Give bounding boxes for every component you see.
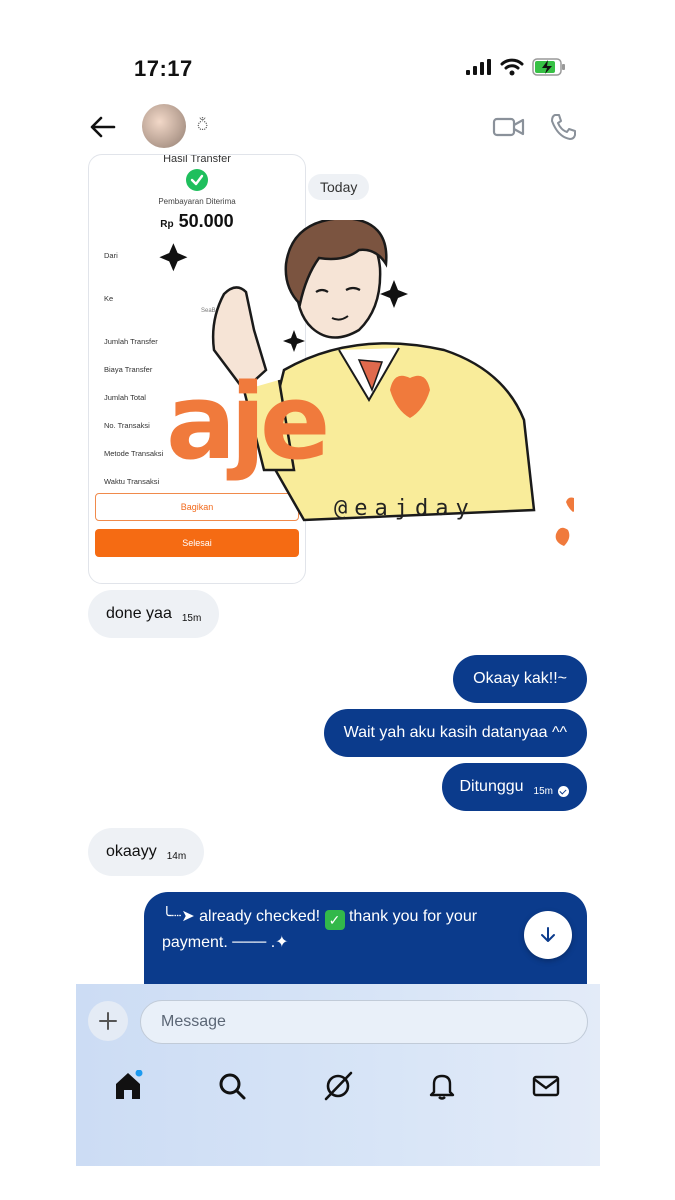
- message-line: ╰┈➤ already checked! ✓ thank you for you…: [162, 904, 569, 930]
- receipt-title: Hasil Transfer: [163, 154, 231, 165]
- date-chip: Today: [308, 174, 370, 200]
- grok-icon[interactable]: [322, 1070, 354, 1102]
- message-incoming[interactable]: okaayy 14m: [88, 828, 205, 876]
- receipt-row-label: Metode Transaksi: [104, 449, 164, 458]
- status-icons: [466, 58, 566, 76]
- wifi-icon: [500, 58, 524, 76]
- status-time: 17:17: [134, 56, 193, 81]
- message-text: thank you for your: [348, 908, 478, 925]
- message-text: Okaay kak!!~: [473, 670, 567, 687]
- search-icon[interactable]: [216, 1070, 248, 1102]
- signal-icon: [466, 59, 491, 75]
- read-check-icon: [558, 785, 569, 797]
- receipt-amount: Rp 50.000: [89, 211, 305, 232]
- check-mark-icon: ✓: [324, 910, 345, 930]
- message-text: Ditunggu: [459, 778, 524, 795]
- message-text: payment. ─── .✦: [162, 934, 289, 951]
- message-outgoing[interactable]: Wait yah aku kasih datanyaa ^^: [323, 709, 587, 757]
- message-input[interactable]: [140, 1000, 588, 1044]
- check-circle-icon: [186, 169, 208, 191]
- message-outgoing[interactable]: Ditunggu 15m: [441, 763, 587, 811]
- message-time: 15m: [181, 612, 202, 624]
- contact-name[interactable]: ঁ: [196, 114, 209, 138]
- message-text: done yaa: [106, 605, 172, 622]
- message-text: Wait yah aku kasih datanyaa ^^: [343, 724, 567, 741]
- notifications-bell-icon[interactable]: [426, 1070, 458, 1102]
- receipt-done-button: Selesai: [95, 529, 299, 557]
- contact-avatar[interactable]: [142, 104, 186, 148]
- receipt-row-label: No. Transaksi: [104, 421, 150, 430]
- messages-envelope-icon[interactable]: [530, 1070, 562, 1102]
- sticker-handle: @eajday: [334, 496, 476, 521]
- receipt-row-label: Ke: [104, 294, 114, 303]
- receipt-status: Pembayaran Diterima: [158, 197, 236, 206]
- scroll-down-button[interactable]: [524, 911, 572, 959]
- home-icon[interactable]: [112, 1070, 144, 1102]
- plus-icon: [99, 1012, 117, 1030]
- back-arrow-icon[interactable]: [88, 112, 118, 142]
- phone-screen: 17:17 ঁ Hasil Transfer Pembayaran Diteri…: [76, 34, 600, 1166]
- receipt-bank-name: SeaBank: [201, 308, 226, 314]
- receipt-currency: Rp: [160, 219, 174, 230]
- video-call-icon[interactable]: [492, 112, 526, 142]
- receipt-amount-value: 50.000: [178, 211, 234, 231]
- message-time: 14m: [166, 850, 187, 862]
- message-text: okaayy: [106, 843, 157, 860]
- receipt-row-label: Jumlah Total: [104, 393, 146, 402]
- phone-call-icon[interactable]: [548, 112, 578, 142]
- sticker-brand-text: aje: [166, 361, 330, 483]
- message-text: ╰┈➤ already checked!: [162, 908, 321, 925]
- receipt-share-button: Bagikan: [95, 493, 299, 521]
- receipt-row-label: Biaya Transfer: [104, 365, 153, 374]
- battery-charging-icon: [532, 58, 565, 76]
- arrow-down-icon: [541, 927, 555, 942]
- message-outgoing[interactable]: Okaay kak!!~: [453, 655, 587, 703]
- message-time: 15m: [533, 785, 553, 797]
- add-attachment-button[interactable]: [88, 1001, 128, 1041]
- receipt-row-label: Jumlah Transfer: [104, 337, 158, 346]
- receipt-row-label: Dari: [104, 251, 118, 260]
- message-incoming[interactable]: done yaa 15m: [88, 590, 220, 638]
- receipt-row-label: Waktu Transaksi: [104, 477, 160, 486]
